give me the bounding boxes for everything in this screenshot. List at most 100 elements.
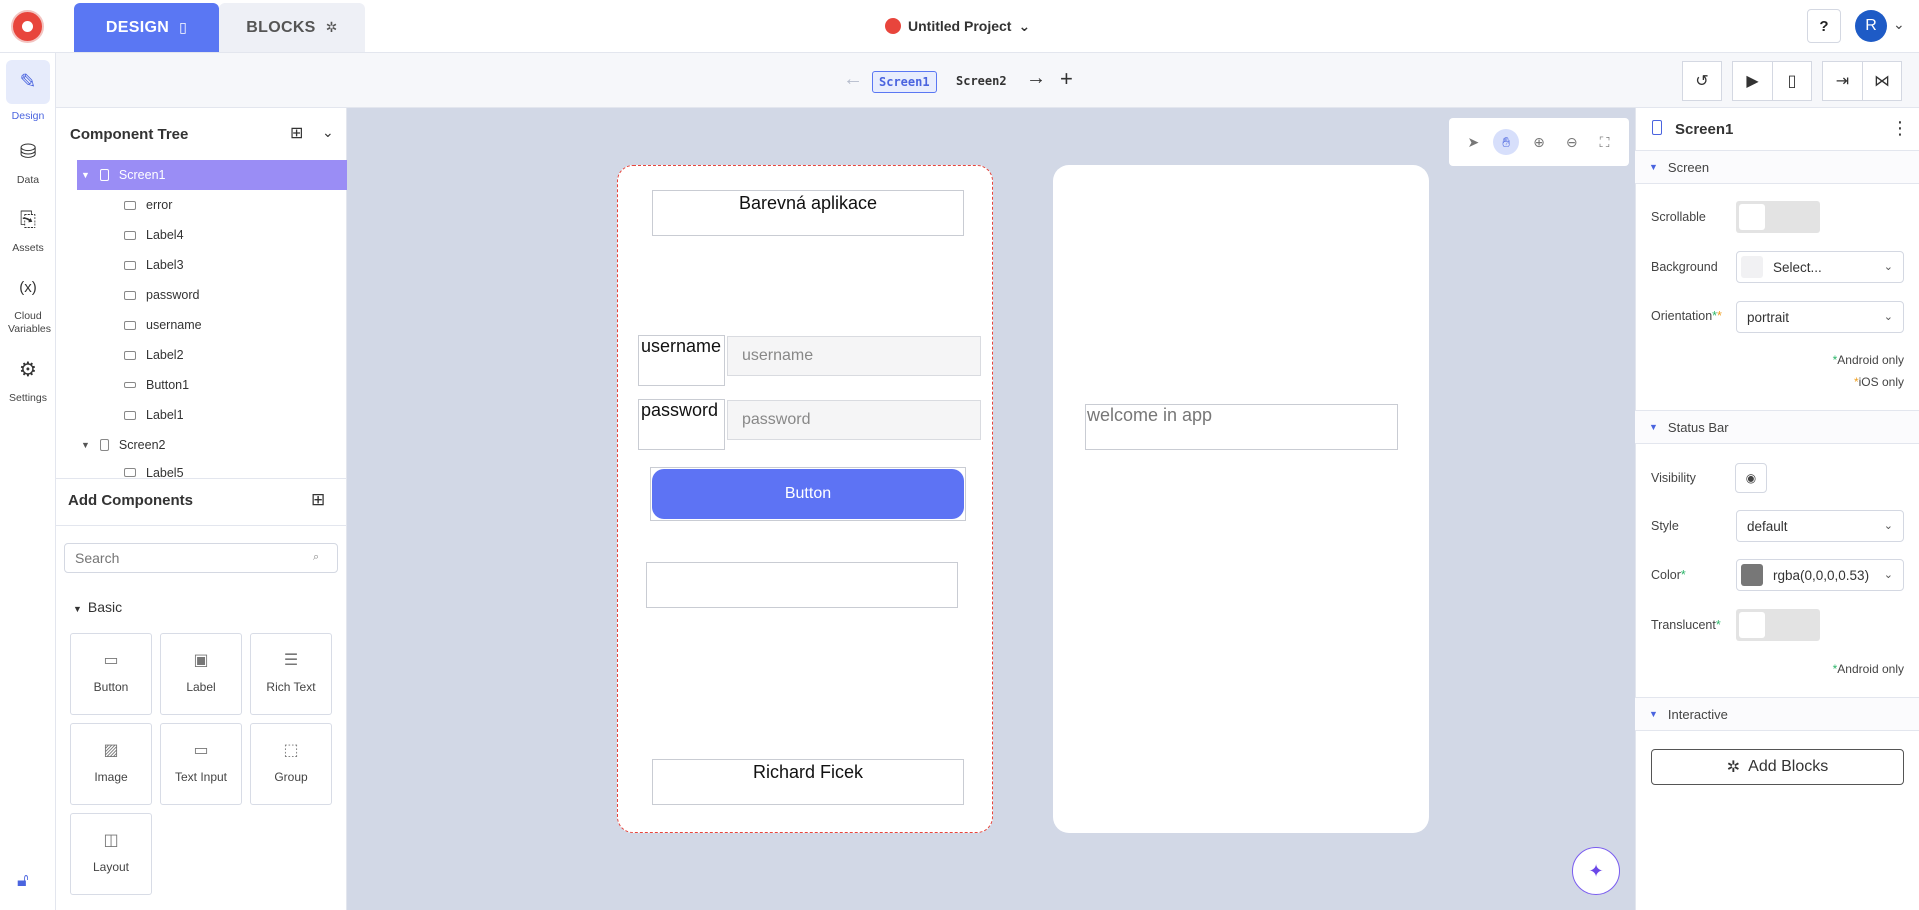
tree-item-label: password [146,288,200,302]
history-button[interactable]: ↺ [1682,61,1722,101]
help-button[interactable]: ? [1807,9,1841,43]
chevron-down-icon[interactable]: ⌄ [322,124,334,141]
username-input[interactable]: username [727,336,981,376]
tree-item-label3[interactable]: Label3 [56,250,347,280]
footer-label[interactable]: Richard Ficek [652,759,964,805]
component-image[interactable]: ▨ Image [70,723,152,805]
translucent-toggle[interactable] [1736,609,1820,641]
label-icon [124,230,136,240]
component-rich-text[interactable]: ☰ Rich Text [250,633,332,715]
avatar[interactable]: R [1855,10,1887,42]
fit-screen-icon[interactable]: ⛶ [1592,129,1618,155]
tab-blocks[interactable]: BLOCKS ✲ [219,3,365,52]
project-name: Untitled Project [908,18,1012,34]
divider [56,478,347,479]
device-preview-button[interactable]: ▯ [1772,61,1812,101]
component-label: Group [274,770,308,784]
welcome-label[interactable]: welcome in app [1085,404,1398,450]
section-label: Screen [1667,159,1710,175]
component-label[interactable]: ▣ Label [160,633,242,715]
section-screen[interactable]: ▼ Screen [1635,150,1919,184]
translucent-label-text: Translucent [1651,618,1716,632]
tree-item-label: Label3 [146,258,184,272]
add-screen-icon[interactable]: + [1060,66,1073,92]
phone-icon: ▯ [179,19,188,35]
screen-tab-screen2[interactable]: Screen2 [956,74,1007,88]
import-button[interactable]: ⇥ [1822,61,1862,101]
button-icon [124,382,136,388]
component-layout[interactable]: ◫ Layout [70,813,152,895]
tree-item-error[interactable]: error [56,190,347,220]
zoom-out-icon[interactable]: ⊖ [1559,129,1585,155]
note-text: Android only [1837,662,1904,676]
tree-item-label1[interactable]: Label1 [56,400,347,430]
text-input-icon [124,320,136,330]
password-input[interactable]: password [727,400,981,440]
pointer-icon[interactable]: ➤ [1460,129,1486,155]
paperclip-icon: ⎘ [20,209,36,231]
component-search-input[interactable] [64,543,338,573]
scrollable-label: Scrollable [1651,210,1706,224]
phone-icon [99,169,109,181]
preview-button[interactable]: ▶ [1732,61,1772,101]
username-label[interactable]: username [638,335,725,386]
zoom-in-icon[interactable]: ⊕ [1526,129,1552,155]
project-selector[interactable]: Untitled Project ⌄ [885,14,1030,38]
more-vertical-icon[interactable]: ⋮ [1891,118,1909,139]
tree-item-label: Screen1 [118,168,166,182]
rail-item-settings[interactable]: ⚙ Settings [0,348,56,404]
button1[interactable]: Button [652,469,964,519]
ai-assist-button[interactable]: ✦ [1572,847,1620,895]
add-blocks-button[interactable]: ✲ Add Blocks [1651,749,1904,785]
component-text-input[interactable]: ▭ Text Input [160,723,242,805]
app-logo[interactable] [11,10,44,43]
background-label: Background [1651,260,1718,274]
label-icon [124,410,136,420]
phone-icon [1652,120,1662,135]
style-select[interactable]: default ⌄ [1736,510,1904,542]
component-button[interactable]: ▭ Button [70,633,152,715]
rail-item-design[interactable]: ✎ Design [0,60,56,122]
title-label[interactable]: Barevná aplikace [652,190,964,236]
orientation-select[interactable]: portrait ⌄ [1736,301,1904,333]
component-label: Rich Text [266,680,316,694]
chevron-down-icon[interactable]: ⌄ [1893,16,1905,33]
tree-item-label4[interactable]: Label4 [56,220,347,250]
lock-icon[interactable]: 🔓︎ [17,870,29,891]
section-status-bar[interactable]: ▼ Status Bar [1635,410,1919,444]
text-input-icon [124,290,136,300]
tree-item-label5[interactable]: Label5 [56,460,347,478]
add-screen-icon[interactable]: ⊞ [290,123,303,143]
screen2-preview[interactable] [1053,165,1429,833]
android-only-note: *Android only [1832,662,1904,676]
share-button[interactable]: ⋈ [1862,61,1902,101]
tree-item-label: Button1 [146,378,190,392]
tree-item-screen2[interactable]: ▼ Screen2 [56,430,347,460]
rail-item-cloud-variables[interactable]: (x) Cloud Variables [0,266,56,336]
arrow-left-icon[interactable]: ← [843,68,863,91]
screen-tab-screen1[interactable]: Screen1 [872,71,937,93]
background-select[interactable]: Select... ⌄ [1736,251,1904,283]
section-interactive[interactable]: ▼ Interactive [1635,697,1919,731]
tree-item-label2[interactable]: Label2 [56,340,347,370]
add-icon[interactable]: ⊞ [311,490,325,510]
rail-item-assets[interactable]: ⎘ Assets [0,198,56,254]
rail-item-data[interactable]: ⛁ Data [0,130,56,186]
category-basic[interactable]: ▼ Basic [73,599,122,615]
tree-item-button1[interactable]: Button1 [56,370,347,400]
tree-item-username[interactable]: username [56,310,347,340]
color-label: Color* [1651,568,1686,582]
tab-design[interactable]: DESIGN ▯ [74,3,219,52]
component-group[interactable]: ⬚ Group [250,723,332,805]
hand-icon[interactable]: ✋︎ [1493,129,1520,155]
orientation-label: Orientation** [1651,309,1722,323]
color-label-text: Color [1651,568,1681,582]
color-select[interactable]: rgba(0,0,0,0.53) ⌄ [1736,559,1904,591]
password-label[interactable]: password [638,399,725,450]
error-label[interactable] [646,562,958,608]
scrollable-toggle[interactable] [1736,201,1820,233]
tree-item-password[interactable]: password [56,280,347,310]
arrow-right-icon[interactable]: → [1026,67,1046,90]
visibility-button[interactable]: ◉ [1735,463,1767,493]
tree-item-screen1[interactable]: ▼ Screen1 [77,160,347,190]
